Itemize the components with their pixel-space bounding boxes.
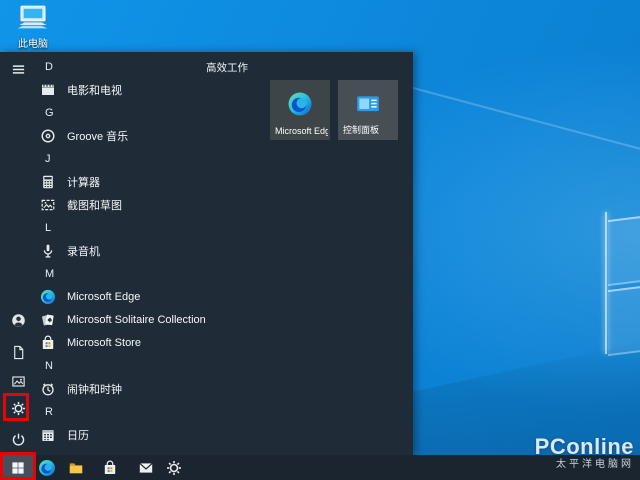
start-menu: D 电影和电视 G Groove 音乐 J 计算器截图和草图 L 录音机 M Microsoft … bbox=[0, 52, 413, 455]
app-label: 截图和草图 bbox=[67, 197, 122, 213]
taskbar-store-button[interactable] bbox=[96, 455, 124, 480]
solitaire-icon bbox=[38, 310, 58, 330]
taskbar-start-button[interactable] bbox=[0, 455, 36, 480]
this-pc-icon bbox=[16, 4, 50, 34]
taskbar-edge-button[interactable] bbox=[33, 455, 61, 480]
app-list-section-letter[interactable]: M bbox=[36, 262, 208, 285]
start-tile-1[interactable]: 控制面板 bbox=[338, 80, 398, 140]
start-menu-app-list: D 电影和电视 G Groove 音乐 J 计算器截图和草图 L 录音机 M Microsoft … bbox=[36, 55, 208, 455]
calculator-icon bbox=[38, 172, 58, 192]
window-glow-edge bbox=[605, 212, 607, 354]
folder-icon bbox=[68, 460, 84, 476]
app-list-item[interactable]: 计算器 bbox=[36, 170, 208, 193]
pictures-icon bbox=[11, 374, 26, 389]
gear-icon bbox=[11, 401, 26, 416]
alarm-clock-icon bbox=[38, 379, 58, 399]
app-list-item[interactable]: Microsoft Store bbox=[36, 331, 208, 354]
wallpaper-floor-shadow bbox=[412, 340, 640, 455]
tile-grid: Microsoft Edge 控制面板 bbox=[270, 80, 398, 140]
window-glow-pane bbox=[608, 216, 640, 286]
tile-group-title[interactable]: 高效工作 bbox=[206, 60, 248, 75]
app-list-item[interactable]: Microsoft Edge bbox=[36, 285, 208, 308]
sidebar-power-button[interactable] bbox=[0, 424, 36, 454]
user-icon bbox=[11, 313, 26, 328]
gear-icon bbox=[166, 460, 182, 476]
start-tile-0[interactable]: Microsoft Edge bbox=[270, 80, 330, 140]
app-label: 闹钟和时钟 bbox=[67, 381, 122, 397]
calendar-icon bbox=[38, 425, 58, 445]
taskbar-file-explorer-button[interactable] bbox=[62, 455, 90, 480]
tile-label: Microsoft Edge bbox=[275, 126, 328, 136]
app-label: Groove 音乐 bbox=[67, 128, 128, 144]
tile-label: 控制面板 bbox=[343, 123, 396, 136]
movies-tv-icon bbox=[38, 80, 58, 100]
desktop-screen: 此电脑 D 电影和电视 G Groove 音乐 J 计算器截图和草图 L 录音机 M Micros… bbox=[0, 0, 640, 480]
app-list-item[interactable]: 闹钟和时钟 bbox=[36, 377, 208, 400]
sidebar-documents-button[interactable] bbox=[0, 337, 36, 367]
voice-recorder-icon bbox=[38, 241, 58, 261]
app-list-section-letter[interactable]: L bbox=[36, 216, 208, 239]
store-icon bbox=[102, 460, 118, 476]
edge-icon bbox=[38, 459, 56, 477]
wallpaper-light-ray bbox=[402, 84, 640, 154]
app-label: Microsoft Store bbox=[67, 337, 141, 349]
app-list-item[interactable]: 电影和电视 bbox=[36, 78, 208, 101]
taskbar bbox=[0, 455, 640, 480]
mail-icon bbox=[138, 460, 154, 476]
desktop-icon-label: 此电脑 bbox=[18, 35, 48, 50]
edge-icon bbox=[38, 287, 58, 307]
sidebar-menu-button[interactable] bbox=[0, 54, 36, 84]
windows-icon bbox=[11, 461, 25, 475]
sidebar-settings-button[interactable] bbox=[0, 393, 36, 423]
control-panel-icon bbox=[338, 91, 398, 117]
snip-sketch-icon bbox=[38, 195, 58, 215]
wallpaper-window-glow bbox=[605, 210, 640, 356]
groove-music-icon bbox=[38, 126, 58, 146]
app-list-item[interactable]: 截图和草图 bbox=[36, 193, 208, 216]
app-label: 录音机 bbox=[67, 243, 100, 259]
app-list-section-letter[interactable]: J bbox=[36, 147, 208, 170]
power-icon bbox=[11, 432, 26, 447]
sidebar-user-button[interactable] bbox=[0, 305, 36, 335]
app-list-section-letter[interactable]: G bbox=[36, 101, 208, 124]
app-list-item[interactable]: 录音机 bbox=[36, 239, 208, 262]
app-list-section-letter[interactable]: N bbox=[36, 354, 208, 377]
app-list-section-letter[interactable]: R bbox=[36, 400, 208, 423]
edge-icon bbox=[270, 91, 330, 117]
sidebar-pictures-button[interactable] bbox=[0, 366, 36, 396]
app-label: 计算器 bbox=[67, 174, 100, 190]
app-label: 日历 bbox=[67, 427, 89, 443]
app-list-item[interactable]: Microsoft Solitaire Collection bbox=[36, 308, 208, 331]
store-icon bbox=[38, 333, 58, 353]
app-list-item[interactable]: 日历 bbox=[36, 423, 208, 446]
document-icon bbox=[11, 345, 26, 360]
taskbar-mail-button[interactable] bbox=[132, 455, 160, 480]
app-list-section-letter[interactable]: D bbox=[36, 55, 208, 78]
desktop-icon-this-pc[interactable]: 此电脑 bbox=[8, 4, 58, 50]
taskbar-settings-button[interactable] bbox=[160, 455, 188, 480]
hamburger-icon bbox=[11, 62, 26, 77]
app-list-item[interactable]: Groove 音乐 bbox=[36, 124, 208, 147]
app-label: Microsoft Solitaire Collection bbox=[67, 314, 206, 326]
app-label: 电影和电视 bbox=[67, 82, 122, 98]
app-label: Microsoft Edge bbox=[67, 291, 140, 303]
